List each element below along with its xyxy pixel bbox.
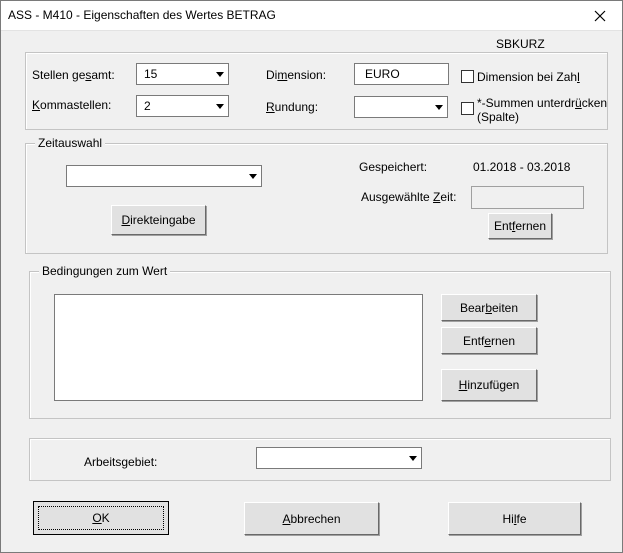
stellen-gesamt-combo[interactable]: 15 (136, 63, 229, 85)
stellen-gesamt-value: 15 (144, 67, 158, 81)
gespeichert-label: Gespeichert: (359, 160, 428, 174)
direkteingabe-button[interactable]: Direkteingabe (111, 205, 206, 235)
dimension-bei-zahl-label: Dimension bei Zahl (477, 70, 580, 84)
bearbeiten-label: Bearbeiten (459, 300, 519, 315)
hinzufuegen-button[interactable]: Hinzufügen (441, 369, 537, 401)
bedingungen-legend: Bedingungen zum Wert (39, 264, 171, 278)
sbkurz-label: SBKURZ (496, 37, 545, 51)
hinzufuegen-label: Hinzufügen (458, 378, 520, 392)
dimension-bei-zahl-checkbox[interactable] (461, 70, 474, 83)
chevron-down-icon[interactable] (245, 166, 261, 186)
abbrechen-label: Abbrechen (282, 511, 341, 526)
dimension-label: Dimension: (266, 68, 327, 82)
chevron-down-icon[interactable] (212, 64, 228, 84)
hilfe-button[interactable]: Hilfe (448, 502, 581, 535)
bedingungen-list[interactable] (54, 294, 423, 401)
zeitauswahl-legend: Zeitauswahl (35, 136, 106, 150)
ok-button[interactable]: OK (33, 501, 169, 535)
bedingung-entfernen-label: Entfernen (462, 333, 516, 348)
arbeitsgebiet-combo[interactable] (256, 447, 422, 469)
rundung-label: Rundung: (266, 100, 319, 114)
ausgewaehlte-zeit-label: Ausgewählte Zeit: (361, 190, 457, 204)
direkteingabe-label: Direkteingabe (121, 213, 196, 227)
summen-unterdruecken-label: *-Summen unterdrücken (Spalte) (477, 96, 608, 124)
close-icon (594, 10, 606, 21)
focus-rectangle (38, 506, 164, 530)
hilfe-label: Hilfe (502, 511, 527, 526)
zeit-entfernen-button[interactable]: Entfernen (488, 213, 552, 239)
chevron-down-icon[interactable] (431, 97, 447, 117)
zeitauswahl-combo[interactable] (66, 165, 262, 187)
stellen-gesamt-label: Stellen gesamt: (32, 68, 115, 82)
window-title: ASS - M410 - Eigenschaften des Wertes BE… (8, 8, 276, 22)
abbrechen-button[interactable]: Abbrechen (244, 502, 379, 535)
ausgewaehlte-zeit-field (471, 186, 584, 209)
kommastellen-combo[interactable]: 2 (136, 95, 229, 117)
chevron-down-icon[interactable] (212, 96, 228, 116)
kommastellen-label: Kommastellen: (32, 98, 112, 112)
arbeitsgebiet-label: Arbeitsgebiet: (84, 455, 158, 469)
bearbeiten-button[interactable]: Bearbeiten (441, 294, 537, 321)
dimension-value: EURO (365, 67, 400, 81)
summen-unterdruecken-checkbox[interactable] (461, 102, 474, 115)
gespeichert-value: 01.2018 - 03.2018 (473, 160, 571, 174)
rundung-combo[interactable] (354, 96, 448, 118)
zeit-entfernen-label: Entfernen (493, 219, 547, 233)
chevron-down-icon[interactable] (405, 448, 421, 468)
kommastellen-value: 2 (144, 99, 151, 113)
dimension-input[interactable]: EURO (354, 63, 449, 85)
title-bar: ASS - M410 - Eigenschaften des Wertes BE… (0, 0, 623, 31)
bedingung-entfernen-button[interactable]: Entfernen (441, 327, 537, 354)
close-button[interactable] (577, 0, 623, 31)
